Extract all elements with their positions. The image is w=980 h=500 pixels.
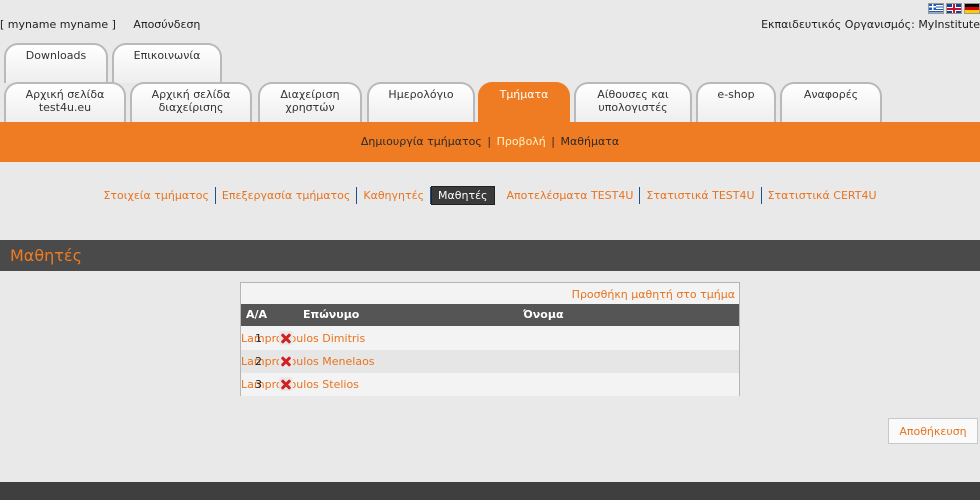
submenu-view[interactable]: Προβολή [497,135,546,148]
tab-label: Τμήματα [499,88,549,101]
tab-label: Αίθουσες και υπολογιστές [597,88,669,114]
tab-label: Αναφορές [803,88,859,101]
tab-reports[interactable]: Αναφορές [780,82,882,122]
nav-teachers[interactable]: Καθηγητές [357,187,432,204]
save-button[interactable]: Αποθήκευση [888,418,978,444]
submenu-courses[interactable]: Μαθήματα [561,135,620,148]
tab-label: Επικοινωνία [133,49,201,62]
table-header: Α/Α Επώνυμο Όνομα [241,304,739,326]
tab-rooms-computers[interactable]: Αίθουσες και υπολογιστές [574,82,692,122]
language-flags [928,3,980,14]
delete-x-icon[interactable] [279,331,293,345]
table-row: 1 Lampropoulos Dimitris [241,327,739,350]
logout-link[interactable]: Αποσύνδεση [133,18,200,31]
uk-flag-icon[interactable] [946,3,962,14]
nav-cert4u-statistics[interactable]: Στατιστικά CERT4U [762,187,883,204]
tab-test4u-home[interactable]: Αρχική σελίδα test4u.eu [4,82,126,122]
student-first-name-link[interactable]: Dimitris [322,332,365,345]
user-label: [ myname myname ] [0,18,116,31]
row-number: 1 [255,332,262,345]
column-header-number: Α/Α [246,308,268,321]
delete-student-button[interactable] [279,377,293,391]
delete-student-button[interactable] [279,331,293,345]
greek-flag-icon[interactable] [928,3,944,14]
user-info: [ myname myname ] Αποσύνδεση [0,18,200,31]
student-first-name-link[interactable]: Menelaos [322,355,374,368]
nav-students[interactable]: Μαθητές [431,186,495,205]
footer-bar [0,482,980,500]
tab-user-management[interactable]: Διαχείριση χρηστών [258,82,362,122]
students-table: Προσθήκη μαθητή στο τμήμα Α/Α Επώνυμο Όν… [240,282,740,396]
department-section-nav: Στοιχεία τμήματος Επεξεργασία τμήματος Καθ… [0,186,980,205]
column-header-first-name: Όνομα [523,308,564,321]
delete-x-icon[interactable] [279,354,293,368]
delete-x-icon[interactable] [279,377,293,391]
delete-student-button[interactable] [279,354,293,368]
section-title: Μαθητές [0,240,980,271]
nav-edit-department[interactable]: Επεξεργασία τμήματος [216,187,358,204]
tab-label: Διαχείριση χρηστών [280,88,340,114]
tab-departments[interactable]: Τμήματα [478,82,570,123]
submenu-separator: | [551,135,555,148]
tab-label: Ημερολόγιο [388,88,454,101]
row-number: 3 [255,378,262,391]
tab-downloads[interactable]: Downloads [4,43,108,83]
table-row: 2 Lampropoulos Menelaos [241,350,739,373]
nav-test4u-results[interactable]: Αποτελέσματα TEST4U [501,187,641,204]
tab-label: e-shop [717,88,755,101]
nav-department-details[interactable]: Στοιχεία τμήματος [97,187,216,204]
nav-test4u-statistics[interactable]: Στατιστικά TEST4U [640,187,762,204]
german-flag-icon[interactable] [964,3,980,14]
table-row: 3 Lampropoulos Stelios [241,373,739,396]
tab-eshop[interactable]: e-shop [696,82,776,122]
tab-label: Αρχική σελίδα διαχείρισης [151,88,231,114]
tab-label: Downloads [25,49,87,62]
add-student-link[interactable]: Προσθήκη μαθητή στο τμήμα [572,288,735,301]
student-first-name-link[interactable]: Stelios [322,378,359,391]
column-header-last-name: Επώνυμο [303,308,360,321]
organization-label: Εκπαιδευτικός Οργανισμός: MyInstitute [761,18,980,31]
tab-admin-home[interactable]: Αρχική σελίδα διαχείρισης [130,82,252,122]
row-number: 2 [255,355,262,368]
submenu-create-department[interactable]: Δημιουργία τμήματος [361,135,482,148]
tab-calendar[interactable]: Ημερολόγιο [367,82,475,122]
tab-label: Αρχική σελίδα test4u.eu [25,88,105,114]
submenu-separator: | [487,135,492,148]
submenu-bar: Δημιουργία τμήματος | Προβολή | Μαθήματα [0,122,980,162]
tab-contact[interactable]: Επικοινωνία [112,43,222,83]
